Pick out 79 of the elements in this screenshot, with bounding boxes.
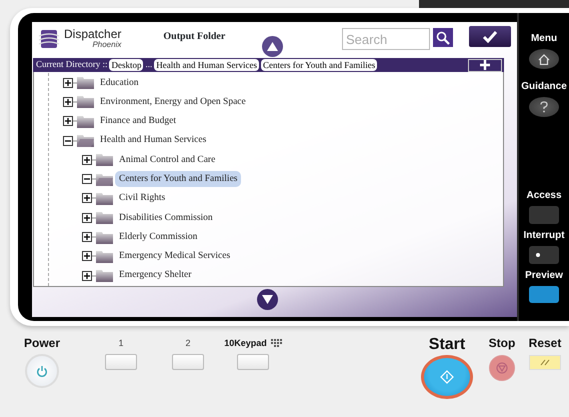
tree-item[interactable]: Animal Control and Care bbox=[115, 152, 220, 168]
breadcrumb-item[interactable]: Centers for Youth and Families bbox=[260, 59, 378, 71]
tree-item[interactable]: Centers for Youth and Families bbox=[115, 171, 242, 188]
logo-subtitle: Phoenix bbox=[92, 40, 122, 49]
directory-label: Current Directory :: bbox=[36, 58, 108, 72]
power-icon bbox=[36, 365, 48, 377]
key-label: 10Keypad bbox=[224, 337, 267, 350]
collapse-icon[interactable] bbox=[82, 174, 96, 184]
add-folder-button[interactable] bbox=[468, 58, 502, 72]
search-button[interactable] bbox=[433, 28, 453, 47]
indicator-icon bbox=[536, 253, 540, 257]
folder-icon bbox=[77, 76, 94, 90]
tree-item[interactable]: Civil Rights bbox=[115, 190, 170, 207]
key-label: Guidance bbox=[521, 81, 567, 93]
folder-icon bbox=[96, 230, 113, 244]
key-label: Preview bbox=[525, 270, 563, 282]
tree-item[interactable]: Environment, Energy and Open Space bbox=[96, 94, 250, 110]
logo-name: Dispatcher bbox=[64, 28, 122, 40]
expand-icon[interactable] bbox=[82, 270, 96, 281]
tree-item[interactable]: Disabilities Commission bbox=[115, 210, 217, 226]
interrupt-button[interactable] bbox=[528, 246, 559, 264]
keypad-icon bbox=[270, 338, 282, 348]
folder-icon bbox=[96, 250, 113, 263]
tree-item[interactable]: Elderly Commission bbox=[115, 228, 202, 246]
home-icon bbox=[538, 54, 550, 64]
start-button[interactable] bbox=[421, 355, 473, 399]
menu-button[interactable] bbox=[529, 49, 559, 69]
expand-icon[interactable] bbox=[63, 96, 77, 107]
key-label: Interrupt bbox=[523, 230, 565, 242]
tree-item[interactable]: Education bbox=[96, 74, 143, 91]
tree-item[interactable]: Emergency Medical Services bbox=[115, 248, 234, 264]
tree-item[interactable]: Finance and Budget bbox=[96, 113, 180, 130]
confirm-button[interactable] bbox=[469, 26, 511, 47]
folder-icon bbox=[96, 192, 113, 205]
scroll-down-button[interactable] bbox=[257, 289, 278, 310]
expand-icon[interactable] bbox=[63, 78, 77, 88]
down-arrow-icon bbox=[262, 295, 273, 304]
reset-label: Reset bbox=[528, 336, 562, 350]
folder-icon bbox=[77, 114, 94, 128]
expand-icon[interactable] bbox=[82, 251, 96, 262]
collapse-icon[interactable] bbox=[63, 136, 77, 146]
folder-icon bbox=[77, 95, 94, 108]
stop-label: Stop bbox=[488, 336, 516, 350]
power-button[interactable] bbox=[25, 354, 59, 388]
search-field[interactable]: Search bbox=[342, 28, 430, 50]
slash-icon bbox=[540, 359, 550, 366]
logo-icon bbox=[38, 28, 60, 50]
help-icon bbox=[540, 101, 548, 113]
start-label: Start bbox=[428, 336, 466, 353]
breadcrumb-ellipsis: ... bbox=[145, 58, 152, 72]
help-button[interactable] bbox=[528, 97, 559, 117]
key-label: Access bbox=[526, 190, 562, 202]
folder-icon bbox=[96, 269, 113, 282]
expand-icon[interactable] bbox=[63, 116, 77, 126]
folder-icon bbox=[96, 211, 113, 224]
screen-title: Output Folder bbox=[163, 30, 226, 44]
search-icon bbox=[436, 30, 450, 44]
stop-icon bbox=[496, 362, 508, 374]
tree-item[interactable]: Health and Human Services bbox=[96, 132, 210, 149]
key-label: 2 bbox=[185, 337, 190, 350]
folder-icon bbox=[96, 172, 113, 186]
folder-icon bbox=[77, 134, 94, 148]
checkmark-icon bbox=[482, 30, 498, 43]
expand-icon[interactable] bbox=[82, 154, 96, 165]
expand-icon[interactable] bbox=[82, 232, 96, 242]
scroll-up-button[interactable] bbox=[262, 36, 283, 57]
breadcrumb-item[interactable]: Desktop bbox=[109, 59, 144, 71]
up-arrow-icon bbox=[267, 42, 278, 51]
expand-icon[interactable] bbox=[82, 193, 96, 204]
folder-icon bbox=[96, 153, 113, 166]
power-label: Power bbox=[24, 336, 60, 350]
start-icon bbox=[440, 370, 454, 384]
stop-button[interactable] bbox=[489, 355, 515, 381]
key-label: 1 bbox=[118, 337, 124, 350]
key-label: Menu bbox=[530, 33, 558, 45]
expand-icon[interactable] bbox=[82, 212, 96, 223]
breadcrumb-item[interactable]: Health and Human Services bbox=[154, 59, 259, 71]
plus-icon bbox=[480, 60, 490, 70]
tree-item[interactable]: Emergency Shelter bbox=[115, 267, 196, 284]
